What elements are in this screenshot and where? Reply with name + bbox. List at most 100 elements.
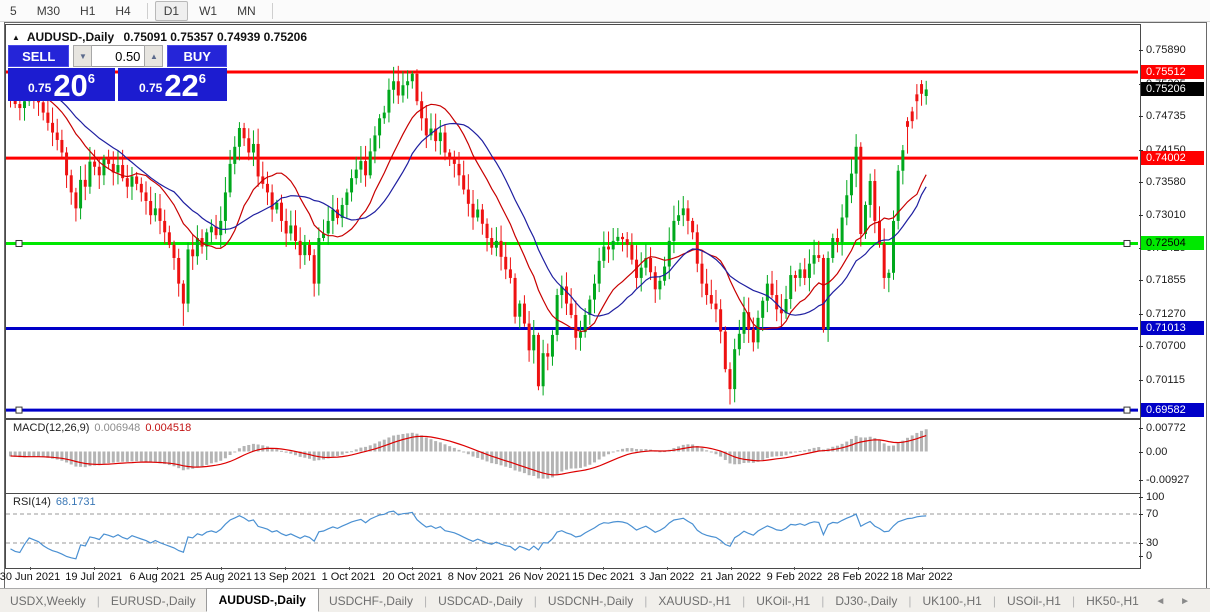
macd-bar [214,451,218,463]
macd-bar [345,451,349,454]
line-handle[interactable] [1123,239,1131,247]
macd-bar [74,451,78,467]
timeframe-button-5[interactable]: 5 [1,1,26,21]
rsi-pane[interactable] [5,493,1141,569]
buy-price-prefix: 0.75 [138,81,163,95]
chart-tab-hk50-h1[interactable]: HK50-,H1 [1076,591,1149,611]
chart-tab-xauusd-h1[interactable]: XAUUSD-,H1 [648,591,741,611]
macd-bar [714,451,718,455]
macd-tick-mark [1139,451,1143,453]
macd-bar [924,429,928,452]
toolbar-separator [271,2,273,19]
candle-body [550,334,554,357]
macd-bar [102,451,106,464]
macd-bar [691,444,695,452]
macd-bar [317,451,321,461]
chart-tab-usoil-h1[interactable]: USOil-,H1 [997,591,1071,611]
timeframe-toolbar: 5 M30 H1 H4 D1 W1 MN [0,0,1210,22]
candle-body [625,239,629,245]
candle-body [97,166,101,176]
lot-decrease-button[interactable]: ▼ [73,45,93,67]
candle-body [616,236,620,241]
candle-body [508,269,512,278]
candle-body [555,295,559,335]
macd-bar [807,449,811,452]
timeframe-button-d1[interactable]: D1 [154,0,189,21]
macd-bar [331,451,335,457]
timeframe-button-w1[interactable]: W1 [190,1,226,21]
timeframe-button-h4[interactable]: H4 [106,1,139,21]
price-level-badge: 0.71013 [1141,321,1204,336]
chart-symbol-label: AUDUSD-,Daily [26,30,115,44]
candle-body [513,277,517,317]
macd-bar [863,437,867,452]
macd-bar [532,451,536,476]
macd-bar [219,451,223,461]
macd-bar [747,451,751,463]
sell-price-display[interactable]: 0.75 20 6 [8,68,115,101]
lot-size-input[interactable] [92,45,145,67]
chart-tab-usdcnh-daily[interactable]: USDCNH-,Daily [538,591,643,611]
rsi-canvas[interactable] [6,494,1138,566]
macd-bar [438,442,442,452]
macd-bar [733,451,737,465]
rsi-value: 68.1731 [55,496,96,508]
candle-body [831,238,835,258]
chart-tab-dj30-daily[interactable]: DJ30-,Daily [825,591,907,611]
candle-body [705,283,709,296]
price-tick-mark [1139,116,1143,118]
candle-body [457,163,461,176]
macd-bar [709,451,713,453]
sell-button[interactable]: SELL [8,45,70,67]
lot-increase-button[interactable]: ▲ [144,45,164,67]
macd-bar [550,451,554,478]
candle-body [882,243,886,278]
macd-bar [518,451,522,472]
candle-body [55,132,59,140]
candle-body [279,202,283,221]
macd-bar [284,451,288,453]
line-handle[interactable] [15,406,23,414]
chart-tab-audusd-daily[interactable]: AUDUSD-,Daily [205,588,319,612]
macd-bar [93,451,97,466]
candle-body [649,257,653,273]
candle-body [536,334,540,387]
timeframe-button-h1[interactable]: H1 [71,1,104,21]
candle-body [209,226,213,233]
line-handle[interactable] [15,239,23,247]
buy-button[interactable]: BUY [167,45,227,67]
date-tick-mark [730,567,732,570]
timeframe-button-mn[interactable]: MN [228,1,265,21]
macd-bar [97,451,101,466]
collapse-arrow-icon[interactable]: ▲ [12,33,20,42]
macd-bar [191,451,195,469]
macd-bar [237,448,241,452]
chart-tab-usdx-weekly[interactable]: USDX,Weekly [0,591,96,611]
buy-price-display[interactable]: 0.75 22 6 [118,68,227,101]
candle-body [518,303,522,317]
candle-body [737,333,741,350]
chart-tab-eurusd-daily[interactable]: EURUSD-,Daily [101,591,206,611]
candle-body [359,161,363,170]
chart-tab-uk100-h1[interactable]: UK100-,H1 [912,591,991,611]
chart-ohlc-values: 0.75091 0.75357 0.74939 0.75206 [123,30,308,44]
candle-body [251,143,255,153]
macd-bar [803,450,807,452]
candle-body [859,146,863,235]
macd-bar [625,448,629,452]
tab-scroll-arrows[interactable]: ◄ ► [1155,596,1196,607]
candles [9,65,928,405]
date-tick-mark [157,567,159,570]
date-tick-mark [348,567,350,570]
chart-tab-usdchf-daily[interactable]: USDCHF-,Daily [319,591,423,611]
chart-tab-usdcad-daily[interactable]: USDCAD-,Daily [428,591,533,611]
chart-tab-ukoil-h1[interactable]: UKOil-,H1 [746,591,820,611]
macd-tick-label: 0.00772 [1146,421,1186,434]
macd-bar [279,450,283,452]
buy-price-main: 22 [164,68,199,103]
timeframe-button-m30[interactable]: M30 [28,1,69,21]
macd-bar [527,451,531,476]
line-handle[interactable] [1123,406,1131,414]
rsi-tick-mark [1139,497,1143,498]
price-tick-label: 0.71270 [1146,307,1186,320]
